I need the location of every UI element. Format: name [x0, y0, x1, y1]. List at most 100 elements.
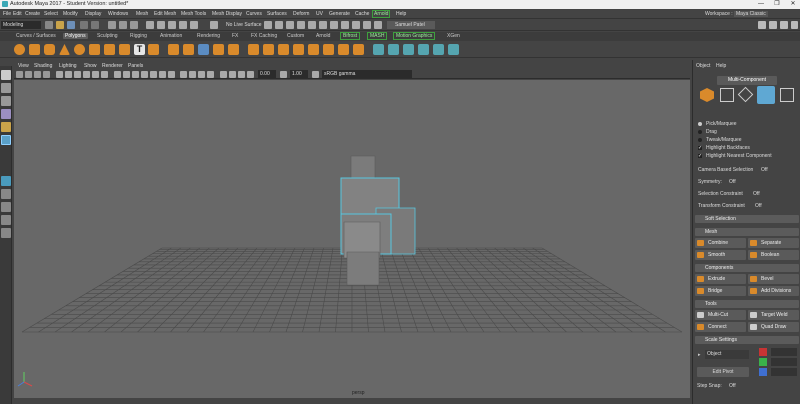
shelf-tab-animation[interactable]: Animation	[158, 33, 184, 39]
four-view-layout-icon[interactable]	[1, 189, 11, 199]
xray-joints-icon[interactable]	[229, 71, 236, 78]
face-mode-icon[interactable]	[757, 86, 775, 104]
isolate-select-icon[interactable]	[220, 71, 227, 78]
separate-button[interactable]: Separate	[748, 238, 799, 248]
target-weld-button[interactable]: Target Weld	[748, 310, 799, 320]
menu-file[interactable]: File	[3, 11, 11, 17]
menu-uv[interactable]: UV	[316, 11, 323, 17]
smooth-icon[interactable]	[198, 44, 209, 55]
menu-curves[interactable]: Curves	[246, 11, 262, 17]
toggle-modeling-toolkit-icon[interactable]	[758, 21, 766, 29]
uv-mode-icon[interactable]	[780, 88, 794, 102]
poly-cube-icon[interactable]	[29, 44, 40, 55]
scale-settings-header[interactable]: Scale Settings	[695, 336, 799, 344]
poly-cylinder-icon[interactable]	[44, 44, 55, 55]
color-management-icon[interactable]	[312, 71, 319, 78]
menu-mesh[interactable]: Mesh	[136, 11, 148, 17]
toolkit-menu-help[interactable]: Help	[716, 63, 726, 69]
scale-y-field[interactable]	[771, 358, 797, 366]
fill-hole-icon[interactable]	[308, 44, 319, 55]
scene-canvas[interactable]: persp	[14, 80, 690, 398]
poly-sphere-icon[interactable]	[14, 44, 25, 55]
snap-surface-icon[interactable]	[190, 21, 198, 29]
snap-grid-icon[interactable]	[146, 21, 154, 29]
poly-plane-icon[interactable]	[89, 44, 100, 55]
planar-mapping-icon[interactable]	[373, 44, 384, 55]
snap-view-icon[interactable]	[179, 21, 187, 29]
bridge-button[interactable]: Bridge	[695, 286, 746, 296]
maximize-button[interactable]: ❐	[770, 0, 784, 9]
scale-tool-icon[interactable]	[1, 135, 11, 145]
smooth-button[interactable]: Smooth	[695, 250, 746, 260]
shelf-tab-fx[interactable]: FX	[230, 33, 240, 39]
bevel-icon[interactable]	[278, 44, 289, 55]
automatic-mapping-icon[interactable]	[388, 44, 399, 55]
vertex-mode-icon[interactable]	[720, 88, 734, 102]
hypershade-icon[interactable]	[297, 21, 305, 29]
extrude-button[interactable]: Extrude	[695, 274, 746, 284]
layout-uvs-icon[interactable]	[448, 44, 459, 55]
lights-icon[interactable]	[330, 21, 338, 29]
highlight-backfaces-checkbox[interactable]: ✓	[698, 146, 702, 151]
menu-create[interactable]: Create	[25, 11, 40, 17]
extract-icon[interactable]	[213, 44, 224, 55]
tweak-marquee-radio[interactable]	[698, 138, 702, 142]
menu-mesh-tools[interactable]: Mesh Tools	[181, 11, 206, 17]
scale-space-dropdown[interactable]: Object	[705, 350, 749, 359]
mesh-section-header[interactable]: Mesh	[695, 228, 799, 236]
poly-text-icon[interactable]: T	[134, 44, 145, 55]
ipr-render-icon[interactable]	[275, 21, 283, 29]
quad-draw-button[interactable]: Quad Draw	[748, 322, 799, 332]
bridge-icon[interactable]	[263, 44, 274, 55]
select-camera-icon[interactable]	[16, 71, 23, 78]
exposure-field[interactable]: 0.00	[258, 70, 276, 78]
symmetry-value[interactable]: Off	[729, 179, 736, 185]
insert-edge-loop-icon[interactable]	[323, 44, 334, 55]
multi-component-tab[interactable]: Multi-Component	[717, 76, 777, 85]
multi-cut-button[interactable]: Multi-Cut	[695, 310, 746, 320]
xray-icon[interactable]	[141, 71, 148, 78]
menu-generate[interactable]: Generate	[329, 11, 350, 17]
cut-uvs-icon[interactable]	[418, 44, 429, 55]
user-account-dropdown[interactable]: Samuel Patel	[387, 21, 435, 29]
boolean-icon[interactable]	[228, 44, 239, 55]
menu-edit-mesh[interactable]: Edit Mesh	[154, 11, 176, 17]
transform-constraint-value[interactable]: Off	[755, 203, 762, 209]
target-weld-icon[interactable]	[353, 44, 364, 55]
menu-help[interactable]: Help	[396, 11, 406, 17]
gamma-field[interactable]: 1.00	[290, 70, 308, 78]
boolean-button[interactable]: Boolean	[748, 250, 799, 260]
arnold-render-icon[interactable]	[319, 21, 327, 29]
construction-history-icon[interactable]	[363, 21, 371, 29]
shelf-tab-custom[interactable]: Custom	[285, 33, 306, 39]
paint-select-tool-icon[interactable]	[1, 96, 11, 106]
bevel-button[interactable]: Bevel	[748, 274, 799, 284]
menu-arnold[interactable]: Arnold	[372, 10, 391, 18]
perspective-viewport[interactable]: persp	[14, 80, 690, 398]
depth-of-field-icon[interactable]	[207, 71, 214, 78]
anti-aliasing-icon[interactable]	[198, 71, 205, 78]
ambient-occlusion-icon[interactable]	[180, 71, 187, 78]
shelf-tab-bifrost[interactable]: Bifrost	[340, 32, 361, 40]
extrude-icon[interactable]	[248, 44, 259, 55]
shelf-tab-sculpting[interactable]: Sculpting	[95, 33, 120, 39]
gate-mask-icon[interactable]	[83, 71, 90, 78]
input-output-icon[interactable]	[352, 21, 360, 29]
step-snap-value[interactable]: Off	[729, 383, 736, 389]
render-view-icon[interactable]	[308, 21, 316, 29]
toggle-attribute-editor-icon[interactable]	[769, 21, 777, 29]
append-icon[interactable]	[293, 44, 304, 55]
poly-torus-icon[interactable]	[74, 44, 85, 55]
use-all-lights-icon[interactable]	[159, 71, 166, 78]
snap-curve-icon[interactable]	[157, 21, 165, 29]
poly-cone-icon[interactable]	[59, 44, 70, 55]
menuset-dropdown[interactable]: Modeling	[1, 21, 41, 29]
camera-based-selection-value[interactable]: Off	[761, 167, 768, 173]
menu-cache[interactable]: Cache	[355, 11, 369, 17]
menu-surfaces[interactable]: Surfaces	[267, 11, 287, 17]
wireframe-on-shaded-icon[interactable]	[132, 71, 139, 78]
scale-y-icon[interactable]	[759, 358, 767, 366]
textured-icon[interactable]	[150, 71, 157, 78]
shelf-tab-rigging[interactable]: Rigging	[128, 33, 149, 39]
combine-button[interactable]: Combine	[695, 238, 746, 248]
